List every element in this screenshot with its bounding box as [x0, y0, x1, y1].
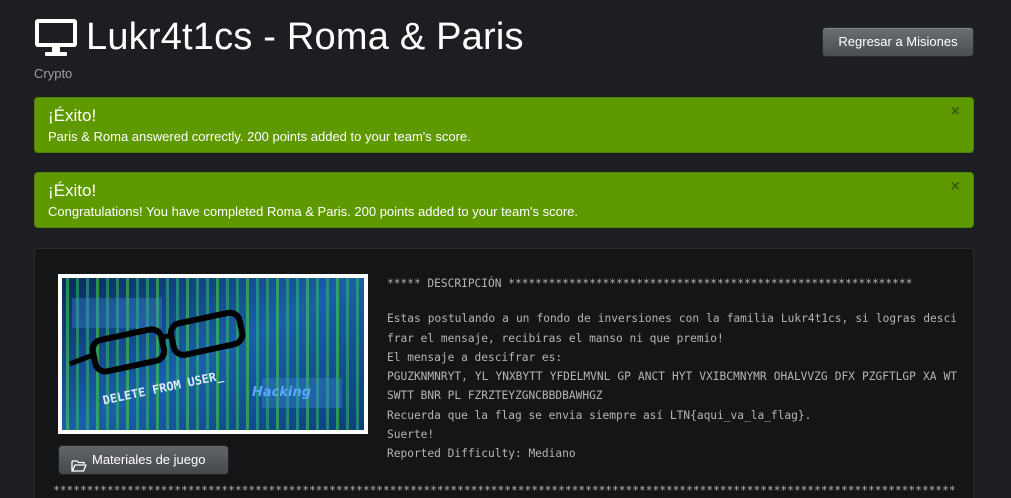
game-materials-button[interactable]: Materiales de juego: [58, 445, 229, 475]
back-to-missions-button[interactable]: Regresar a Misiones: [822, 27, 974, 57]
monitor-icon: [34, 15, 78, 59]
challenge-description: ***** DESCRIPCIÓN **********************…: [387, 274, 957, 464]
description-divider: ****************************************…: [53, 484, 956, 497]
challenge-panel: DELETE FROM USER_ Hacking Materiales de …: [34, 248, 974, 498]
farewell-text: Suerte!: [387, 428, 435, 442]
alert-heading: ¡Éxito!: [48, 181, 97, 200]
alert-heading: ¡Éxito!: [48, 106, 97, 125]
close-icon[interactable]: ×: [951, 179, 960, 195]
description-intro: Estas postulando a un fondo de inversion…: [387, 312, 957, 345]
completion-alert: ¡Éxito! Congratulations! You have comple…: [34, 172, 974, 228]
image-badge-text: Hacking: [252, 385, 311, 400]
hacking-illustration: DELETE FROM USER_ Hacking: [62, 278, 364, 430]
cipher-text: PGUZKNMNRYT, YL YNXBYTT YFDELMVNL GP ANC…: [387, 370, 964, 403]
description-header: ***** DESCRIPCIÓN **********************…: [387, 277, 913, 290]
page-header: Lukr4t1cs - Roma & Paris Crypto Regresar…: [34, 14, 974, 84]
materials-button-label: Materiales de juego: [92, 452, 206, 467]
folder-open-icon: [71, 454, 87, 472]
challenge-image: DELETE FROM USER_ Hacking: [58, 274, 368, 434]
close-icon[interactable]: ×: [951, 104, 960, 120]
alert-message: Congratulations! You have completed Roma…: [48, 204, 579, 219]
flag-hint: Recuerda que la flag se envia siempre as…: [387, 408, 812, 422]
alert-message: Paris & Roma answered correctly. 200 poi…: [48, 129, 471, 144]
reported-difficulty: Reported Difficulty: Mediano: [387, 447, 576, 461]
message-label: El mensaje a descifrar es:: [387, 350, 563, 364]
page-title: Lukr4t1cs - Roma & Paris: [86, 16, 524, 58]
success-alert: ¡Éxito! Paris & Roma answered correctly.…: [34, 97, 974, 153]
challenge-category: Crypto: [34, 66, 73, 81]
